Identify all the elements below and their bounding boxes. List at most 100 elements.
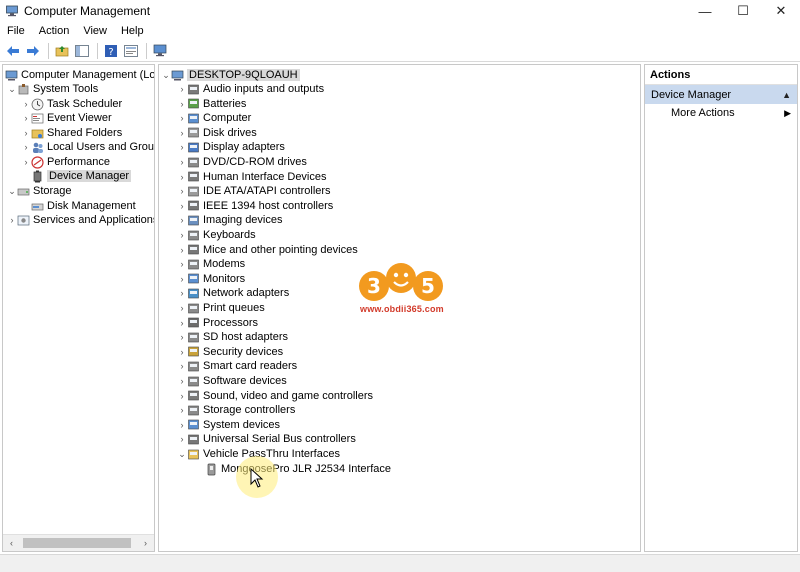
chevron-right-icon[interactable]: › — [21, 156, 31, 168]
tree-item-device-manager[interactable]: Device Manager — [31, 169, 132, 183]
chevron-right-icon[interactable]: › — [177, 317, 187, 329]
chevron-right-icon[interactable]: › — [177, 390, 187, 402]
tree-root-computer-management[interactable]: Computer Management (Local — [5, 68, 154, 82]
chevron-right-icon[interactable]: › — [21, 98, 31, 110]
chevron-right-icon[interactable]: › — [177, 244, 187, 256]
chevron-right-icon[interactable]: › — [177, 112, 187, 124]
device-category-software-devices[interactable]: › Software devices — [177, 374, 287, 388]
tree-item-system-tools[interactable]: ⌄ System Tools — [7, 82, 98, 96]
tree-item-task-scheduler[interactable]: › Task Scheduler — [21, 97, 123, 111]
device-mongoosepro-interface[interactable]: MongoosePro JLR J2534 Interface — [205, 462, 391, 476]
chevron-down-icon[interactable]: ⌄ — [7, 83, 17, 95]
chevron-right-icon[interactable]: › — [177, 83, 187, 95]
device-category-label: IEEE 1394 host controllers — [203, 199, 334, 212]
tree-item-local-users-groups[interactable]: › Local Users and Groups — [21, 140, 155, 154]
monitor-icon[interactable] — [151, 42, 169, 60]
device-category-monitors[interactable]: › Monitors — [177, 272, 246, 286]
chevron-right-icon[interactable]: › — [177, 127, 187, 139]
tree-item-services-applications[interactable]: › Services and Applications — [7, 213, 155, 227]
scroll-right-icon[interactable]: › — [137, 535, 154, 551]
chevron-right-icon[interactable]: › — [177, 375, 187, 387]
chevron-right-icon[interactable]: › — [177, 273, 187, 285]
up-folder-icon[interactable] — [53, 42, 71, 60]
device-category-disk-drives[interactable]: › Disk drives — [177, 126, 257, 140]
chevron-down-icon[interactable]: ⌄ — [161, 69, 171, 81]
device-category-ieee-1394-host-controllers[interactable]: › IEEE 1394 host controllers — [177, 199, 334, 213]
navigation-tree-pane[interactable]: Computer Management (Local ⌄ System Tool… — [2, 64, 155, 552]
menu-action[interactable]: Action — [32, 25, 77, 37]
tree-item-disk-management[interactable]: Disk Management — [31, 199, 136, 213]
device-category-display-adapters[interactable]: › Display adapters — [177, 140, 285, 154]
device-category-sound-video-and-game-controllers[interactable]: › Sound, video and game controllers — [177, 389, 374, 403]
chevron-right-icon[interactable]: › — [177, 156, 187, 168]
tree-item-shared-folders[interactable]: › Shared Folders — [21, 126, 123, 140]
device-category-dvd-cd-rom-drives[interactable]: › DVD/CD-ROM drives — [177, 155, 307, 169]
device-category-processors[interactable]: › Processors — [177, 316, 259, 330]
chevron-right-icon[interactable]: › — [7, 214, 17, 226]
device-category-modems[interactable]: › Modems — [177, 257, 246, 271]
chevron-right-icon[interactable]: › — [177, 346, 187, 358]
chevron-right-icon[interactable]: › — [177, 141, 187, 153]
maximize-button[interactable]: ☐ — [724, 0, 762, 22]
device-category-sd-host-adapters[interactable]: › SD host adapters — [177, 330, 289, 344]
tree-item-storage[interactable]: ⌄ Storage — [7, 184, 71, 198]
device-category-system-devices[interactable]: › System devices — [177, 418, 281, 432]
chevron-right-icon[interactable]: › — [177, 360, 187, 372]
device-category-label: Vehicle PassThru Interfaces — [203, 448, 340, 460]
device-category-computer[interactable]: › Computer — [177, 111, 252, 125]
help-icon[interactable]: ? — [102, 42, 120, 60]
collapse-icon[interactable]: ▲ — [782, 90, 791, 100]
more-actions-link[interactable]: More Actions ▶ — [645, 104, 797, 122]
device-category-label: Sound, video and game controllers — [203, 389, 373, 402]
device-category-storage-controllers[interactable]: › Storage controllers — [177, 403, 296, 417]
toolbar-separator — [97, 42, 98, 59]
device-category-network-adapters[interactable]: › Network adapters — [177, 286, 290, 300]
properties-icon[interactable] — [122, 42, 140, 60]
chevron-right-icon[interactable]: › — [177, 433, 187, 445]
chevron-right-icon[interactable]: › — [177, 258, 187, 270]
chevron-right-icon[interactable]: › — [21, 112, 31, 124]
show-hide-tree-icon[interactable] — [73, 42, 91, 60]
chevron-right-icon[interactable]: › — [21, 127, 31, 139]
device-category-print-queues[interactable]: › Print queues — [177, 301, 265, 315]
scroll-left-icon[interactable]: ‹ — [3, 535, 20, 551]
chevron-right-icon[interactable]: › — [177, 185, 187, 197]
chevron-right-icon[interactable]: › — [177, 302, 187, 314]
tree-item-event-viewer[interactable]: › Event Viewer — [21, 111, 112, 125]
chevron-right-icon[interactable]: › — [177, 200, 187, 212]
chevron-right-icon[interactable]: › — [177, 331, 187, 343]
chevron-down-icon[interactable]: ⌄ — [7, 185, 17, 197]
actions-pane: Actions Device Manager ▲ More Actions ▶ — [644, 64, 798, 552]
device-category-keyboards[interactable]: › Keyboards — [177, 228, 256, 242]
tree-item-performance[interactable]: › Performance — [21, 155, 110, 169]
chevron-down-icon[interactable]: ⌄ — [177, 448, 187, 460]
device-category-universal-serial-bus-controllers[interactable]: › Universal Serial Bus controllers — [177, 432, 356, 446]
device-category-audio-inputs-and-outputs[interactable]: › Audio inputs and outputs — [177, 82, 325, 96]
chevron-right-icon[interactable]: › — [177, 287, 187, 299]
menu-help[interactable]: Help — [114, 25, 151, 37]
device-category-imaging-devices[interactable]: › Imaging devices — [177, 213, 283, 227]
minimize-button[interactable]: — — [686, 0, 724, 22]
scrollbar-thumb[interactable] — [23, 538, 131, 548]
menu-file[interactable]: File — [0, 25, 32, 37]
chevron-right-icon[interactable]: › — [177, 229, 187, 241]
device-category-ide-ata-atapi-controllers[interactable]: › IDE ATA/ATAPI controllers — [177, 184, 331, 198]
chevron-right-icon[interactable]: › — [21, 141, 31, 153]
horizontal-scrollbar[interactable]: ‹ › — [3, 534, 154, 551]
menu-view[interactable]: View — [76, 25, 114, 37]
forward-icon[interactable] — [24, 42, 42, 60]
chevron-right-icon[interactable]: › — [177, 404, 187, 416]
chevron-right-icon[interactable]: › — [177, 419, 187, 431]
chevron-right-icon[interactable]: › — [177, 214, 187, 226]
close-button[interactable]: ✕ — [762, 0, 800, 22]
device-category-mice-and-other-pointing-devices[interactable]: › Mice and other pointing devices — [177, 243, 358, 257]
device-tree-root[interactable]: ⌄ DESKTOP-9QLOAUH — [161, 68, 300, 82]
device-category-security-devices[interactable]: › Security devices — [177, 345, 284, 359]
chevron-right-icon[interactable]: › — [177, 98, 187, 110]
chevron-right-icon[interactable]: › — [177, 171, 187, 183]
back-icon[interactable] — [4, 42, 22, 60]
device-category-human-interface-devices[interactable]: › Human Interface Devices — [177, 170, 327, 184]
device-category-batteries[interactable]: › Batteries — [177, 97, 247, 111]
actions-section-device-manager[interactable]: Device Manager ▲ — [645, 85, 797, 104]
device-category-smart-card-readers[interactable]: › Smart card readers — [177, 359, 298, 373]
